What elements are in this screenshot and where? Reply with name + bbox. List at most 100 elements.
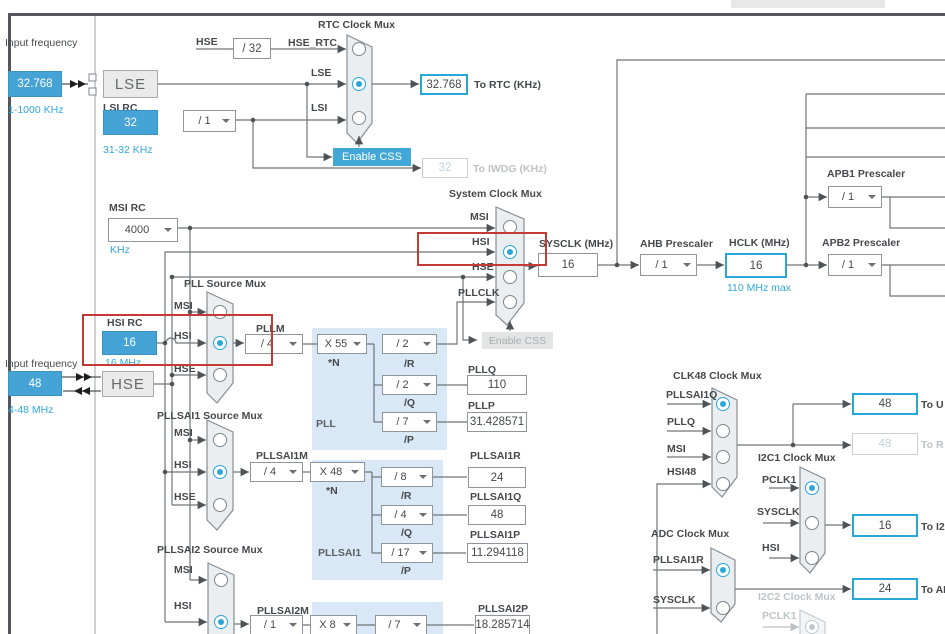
input-frequency-top-label: Input frequency xyxy=(5,37,78,49)
i2c1-radio-pclk1[interactable] xyxy=(805,481,819,495)
pllsai1q-dropdown[interactable]: / 4 xyxy=(381,505,433,525)
pllr-dropdown[interactable]: / 2 xyxy=(382,334,437,354)
msi-rc-value: 4000 xyxy=(124,224,150,236)
hse-input-frequency-field[interactable]: 48 xyxy=(8,371,62,396)
apb1-prescaler-dropdown[interactable]: / 1 xyxy=(828,186,882,208)
hclk-max-hint: 110 MHz max xyxy=(727,282,791,294)
pllsai1r-out-value: 24 xyxy=(468,467,526,488)
clk48-radio-pllsai1q[interactable] xyxy=(716,397,730,411)
pllsai1r-dropdown[interactable]: / 8 xyxy=(381,467,433,487)
pllq-dropdown[interactable]: / 2 xyxy=(382,375,437,395)
lse-block[interactable]: LSE xyxy=(103,70,158,98)
rtc-hse-stub-label: HSE xyxy=(196,36,218,48)
chevron-down-icon xyxy=(164,228,172,232)
hclk-value[interactable]: 16 xyxy=(725,253,787,278)
toolbar-button-partial[interactable] xyxy=(731,0,885,8)
error-highlight-hsi-rc xyxy=(82,314,273,366)
apb2-prescaler-dropdown[interactable]: / 1 xyxy=(828,254,882,276)
sysclk-value[interactable]: 16 xyxy=(538,253,598,277)
sai1-n-label: *N xyxy=(326,485,338,497)
ahb-prescaler-dropdown[interactable]: / 1 xyxy=(640,254,697,276)
chevron-down-icon xyxy=(419,475,427,479)
pllq-out-value: 110 xyxy=(467,375,527,395)
sysclk-label: SYSCLK (MHz) xyxy=(539,238,614,250)
pllsai2p-dropdown[interactable]: / 7 xyxy=(375,615,427,634)
ahb-prescaler-label: AHB Prescaler xyxy=(640,238,713,250)
sai2-radio-msi[interactable] xyxy=(214,573,228,587)
msi-unit-hint: KHz xyxy=(110,244,130,256)
chevron-down-icon xyxy=(423,342,431,346)
pllq-div-value: / 2 xyxy=(396,379,409,391)
ahb-prescaler-value: / 1 xyxy=(655,259,668,271)
sysmux-radio-pllclk[interactable] xyxy=(503,295,517,309)
rtc-mux-radio-hse-rtc[interactable] xyxy=(352,42,366,56)
to-usb-label: To U xyxy=(921,399,944,411)
pllp-div-value: / 7 xyxy=(396,416,409,428)
chevron-down-icon xyxy=(353,342,361,346)
chevron-down-icon xyxy=(868,195,876,199)
pll-n-label: *N xyxy=(328,357,340,369)
pllsai1p-dropdown[interactable]: / 17 xyxy=(381,543,433,563)
adc-radio-sysclk[interactable] xyxy=(716,601,730,615)
pllp-dropdown[interactable]: / 7 xyxy=(382,412,437,432)
sai1-p-label: /P xyxy=(401,565,411,577)
pllsai1m-value: / 4 xyxy=(263,466,277,478)
pll-radio-hse[interactable] xyxy=(213,368,227,382)
pll-r-label: /R xyxy=(404,358,415,370)
to-iwdg-value: 32 xyxy=(422,158,468,178)
rtc-mux-radio-lsi[interactable] xyxy=(352,111,366,125)
i2c1-radio-hsi[interactable] xyxy=(805,551,819,565)
to-usb-value[interactable]: 48 xyxy=(852,393,918,415)
rtc-hse-divider[interactable]: / 32 xyxy=(233,38,271,59)
lse-frequency-range-hint: 1-1000 KHz xyxy=(8,104,64,116)
clk48-radio-hsi48[interactable] xyxy=(716,477,730,491)
msi-rc-dropdown[interactable]: 4000 xyxy=(108,218,178,242)
plln-dropdown[interactable]: X 55 xyxy=(317,334,367,354)
lsi-rc-value[interactable]: 32 xyxy=(103,110,158,135)
sai1-radio-msi[interactable] xyxy=(213,433,227,447)
pllsai1-block-name: PLLSAI1 xyxy=(318,547,362,559)
clk48-radio-msi[interactable] xyxy=(716,450,730,464)
pllsai2m-dropdown[interactable]: / 1 xyxy=(250,615,303,634)
rtc-lse-input-label: LSE xyxy=(311,67,332,79)
hse-block[interactable]: HSE xyxy=(102,371,154,397)
chevron-down-icon xyxy=(343,623,351,627)
pllsai1r-out-label: PLLSAI1R xyxy=(470,450,521,462)
to-adc-value[interactable]: 24 xyxy=(852,578,918,600)
adc-radio-pllsai1r[interactable] xyxy=(716,563,730,577)
sai2-hsi-label: HSI xyxy=(174,600,192,612)
pll-p-label: /P xyxy=(404,434,414,446)
clk48-pllq-label: PLLQ xyxy=(667,416,695,428)
i2c1-clock-mux-title: I2C1 Clock Mux xyxy=(758,452,836,464)
sai1-radio-hse[interactable] xyxy=(213,498,227,512)
sai2-radio-hsi[interactable] xyxy=(214,615,228,629)
pllsai1q-out-label: PLLSAI1Q xyxy=(470,491,522,503)
to-i2c1-label: To I2 xyxy=(921,521,945,533)
to-rtc-value[interactable]: 32.768 xyxy=(420,74,468,95)
rtc-mux-radio-lse[interactable] xyxy=(352,77,366,91)
sai1-r-label: /R xyxy=(401,490,412,502)
pll-q-label: /Q xyxy=(404,397,416,409)
sysmux-radio-hse[interactable] xyxy=(503,270,517,284)
apb2-prescaler-value: / 1 xyxy=(841,259,855,271)
sai1-radio-hsi[interactable] xyxy=(213,465,227,479)
pll-block-name: PLL xyxy=(316,418,336,430)
clk48-radio-pllq[interactable] xyxy=(716,424,730,438)
to-rng-value: 48 xyxy=(852,433,918,455)
to-adc-label: To AD xyxy=(921,584,945,596)
rtc-clock-mux-title: RTC Clock Mux xyxy=(318,19,396,31)
pllsai2n-dropdown[interactable]: X 8 xyxy=(310,615,357,634)
rtc-enable-css-button[interactable]: Enable CSS xyxy=(333,148,411,166)
chevron-down-icon xyxy=(868,263,876,267)
lsi-prescaler-dropdown[interactable]: / 1 xyxy=(183,110,236,132)
to-i2c1-value[interactable]: 16 xyxy=(852,514,918,537)
pllsai1-source-mux-title: PLLSAI1 Source Mux xyxy=(157,410,263,422)
lsi-range-hint: 31-32 KHz xyxy=(103,144,153,156)
i2c1-radio-sysclk[interactable] xyxy=(805,516,819,530)
pllsai1n-dropdown[interactable]: X 48 xyxy=(310,462,365,482)
lse-input-frequency-field[interactable]: 32.768 xyxy=(8,71,62,97)
i2c2-clock-mux-title: I2C2 Clock Mux xyxy=(758,591,836,603)
chevron-down-icon xyxy=(351,470,359,474)
pllsai1m-dropdown[interactable]: / 4 xyxy=(250,462,303,482)
lsi-prescaler-value: / 1 xyxy=(198,115,211,127)
